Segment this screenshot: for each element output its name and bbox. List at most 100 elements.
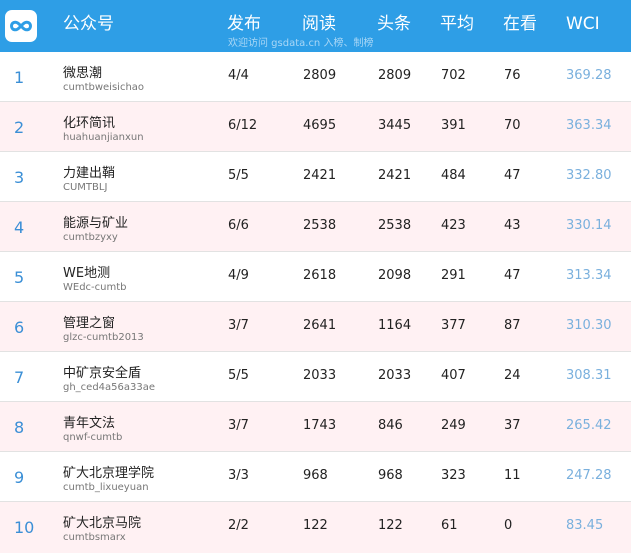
table-row[interactable]: 10 矿大北京马院 cumtbsmarx 2/2 122 122 61 0 83.45	[0, 502, 631, 553]
cell-watching: 11	[504, 468, 521, 483]
account-id: cumtbsmarx	[63, 532, 126, 543]
cell-average: 61	[441, 518, 458, 533]
cell-publish: 4/9	[228, 268, 249, 283]
cell-headline: 2809	[378, 68, 412, 83]
account-name: 管理之窗	[63, 316, 116, 331]
rank-number: 1	[14, 68, 25, 87]
table-row[interactable]: 8 青年文法 qnwf-cumtb 3/7 1743 846 249 37 265.42	[0, 402, 631, 452]
cell-publish: 6/12	[228, 118, 258, 133]
cell-average: 484	[441, 168, 466, 183]
cell-publish: 6/6	[228, 218, 249, 233]
cell-publish: 5/5	[228, 168, 249, 183]
cell-read: 1743	[303, 418, 337, 433]
cell-watching: 43	[504, 218, 521, 233]
table-row[interactable]: 4 能源与矿业 cumtbzyxy 6/6 2538 2538 423 43 330.14	[0, 202, 631, 252]
account-name: 能源与矿业	[63, 216, 129, 231]
rank-number: 8	[14, 418, 25, 437]
rank-number: 4	[14, 218, 25, 237]
cell-publish: 3/7	[228, 318, 249, 333]
cell-headline: 2033	[378, 368, 412, 383]
table-row[interactable]: 9 矿大北京理学院 cumtb_lixueyuan 3/3 968 968 323 11 247…	[0, 452, 631, 502]
cell-wci: 363.34	[566, 118, 612, 133]
account-id: cumtb_lixueyuan	[63, 482, 149, 493]
cell-average: 249	[441, 418, 466, 433]
cell-publish: 3/7	[228, 418, 249, 433]
cell-wci: 265.42	[566, 418, 612, 433]
rank-number: 6	[14, 318, 25, 337]
account-name: 化环简讯	[63, 116, 116, 131]
cell-wci: 310.30	[566, 318, 612, 333]
rank-number: 9	[14, 468, 25, 487]
cell-average: 702	[441, 68, 466, 83]
cell-watching: 47	[504, 168, 521, 183]
table-row[interactable]: 5 WE地测 WEdc-cumtb 4/9 2618 2098 291 47 313.34	[0, 252, 631, 302]
account-id: cumtbweisichao	[63, 82, 145, 93]
cell-read: 122	[303, 518, 328, 533]
cell-headline: 3445	[378, 118, 412, 133]
cell-wci: 247.28	[566, 468, 612, 483]
ranking-table: 公众号 发布 阅读 头条 平均 在看 WCI 欢迎访问 gsdata.cn 入榜…	[0, 0, 631, 555]
cell-wci: 330.14	[566, 218, 612, 233]
cell-headline: 968	[378, 468, 403, 483]
cell-wci: 83.45	[566, 518, 604, 533]
account-name: 微思潮	[63, 66, 103, 81]
rank-number: 7	[14, 368, 25, 387]
cell-read: 4695	[303, 118, 337, 133]
header-read: 阅读	[302, 14, 336, 34]
rank-number: 3	[14, 168, 25, 187]
table-row[interactable]: 7 中矿京安全盾 gh_ced4a56a33ae 5/5 2033 2033 407 24 30…	[0, 352, 631, 402]
cell-read: 2421	[303, 168, 337, 183]
cell-read: 2809	[303, 68, 337, 83]
cell-headline: 2538	[378, 218, 412, 233]
cell-read: 2538	[303, 218, 337, 233]
cell-publish: 5/5	[228, 368, 249, 383]
header-average: 平均	[440, 14, 474, 34]
header-publish: 发布	[227, 14, 261, 34]
account-name: 力建出鞘	[63, 166, 116, 181]
account-id: gh_ced4a56a33ae	[63, 382, 156, 393]
cell-publish: 4/4	[228, 68, 249, 83]
cell-headline: 2421	[378, 168, 412, 183]
infinity-logo-icon	[5, 10, 37, 42]
cell-watching: 70	[504, 118, 521, 133]
cell-average: 377	[441, 318, 466, 333]
table-row[interactable]: 2 化环简讯 huahuanjianxun 6/12 4695 3445 391 70 363.…	[0, 102, 631, 152]
table-row[interactable]: 3 力建出鞘 CUMTBLJ 5/5 2421 2421 484 47 332.80	[0, 152, 631, 202]
cell-watching: 0	[504, 518, 513, 533]
account-id: huahuanjianxun	[63, 132, 144, 143]
account-id: glzc-cumtb2013	[63, 332, 144, 343]
cell-wci: 313.34	[566, 268, 612, 283]
account-id: CUMTBLJ	[63, 182, 108, 193]
cell-average: 291	[441, 268, 466, 283]
account-id: cumtbzyxy	[63, 232, 118, 243]
cell-watching: 24	[504, 368, 521, 383]
account-name: 矿大北京马院	[63, 516, 142, 531]
cell-watching: 37	[504, 418, 521, 433]
cell-watching: 87	[504, 318, 521, 333]
rank-number: 2	[14, 118, 25, 137]
cell-watching: 76	[504, 68, 521, 83]
header-wci: WCI	[566, 14, 600, 34]
cell-wci: 369.28	[566, 68, 612, 83]
cell-average: 391	[441, 118, 466, 133]
cell-publish: 3/3	[228, 468, 249, 483]
cell-average: 323	[441, 468, 466, 483]
cell-headline: 122	[378, 518, 403, 533]
cell-read: 2033	[303, 368, 337, 383]
header-name: 公众号	[63, 14, 114, 34]
cell-average: 423	[441, 218, 466, 233]
cell-read: 968	[303, 468, 328, 483]
account-name: 中矿京安全盾	[63, 366, 142, 381]
header-headline: 头条	[377, 14, 411, 34]
cell-wci: 308.31	[566, 368, 612, 383]
cell-wci: 332.80	[566, 168, 612, 183]
cell-publish: 2/2	[228, 518, 249, 533]
account-name: 矿大北京理学院	[63, 466, 155, 481]
header-watching: 在看	[503, 14, 537, 34]
table-row[interactable]: 6 管理之窗 glzc-cumtb2013 3/7 2641 1164 377 87 310.3…	[0, 302, 631, 352]
table-row[interactable]: 1 微思潮 cumtbweisichao 4/4 2809 2809 702 76 369.28	[0, 52, 631, 102]
cell-headline: 2098	[378, 268, 412, 283]
account-id: qnwf-cumtb	[63, 432, 123, 443]
watermark: 欢迎访问 gsdata.cn 入榜、制榜	[228, 38, 374, 49]
account-id: WEdc-cumtb	[63, 282, 127, 293]
